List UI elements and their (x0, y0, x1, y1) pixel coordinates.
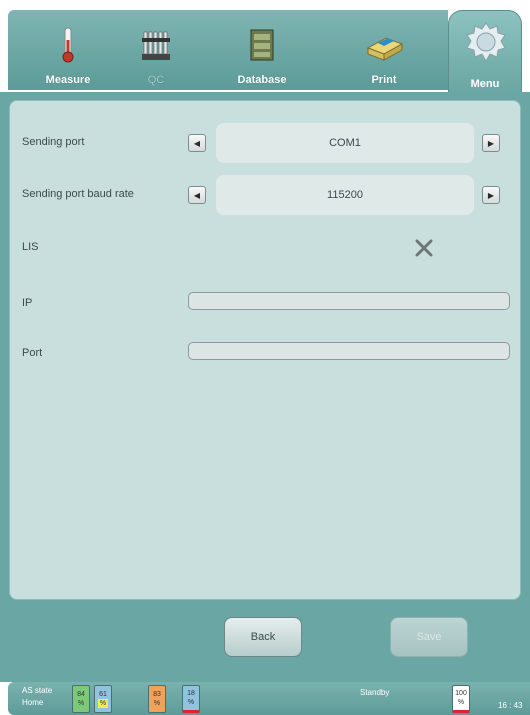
reagent-level-1: 84 % (72, 685, 90, 713)
arrow-right-icon: ▶ (487, 138, 495, 148)
settings-panel: Sending port ◀ COM1 ▶ Sending port baud … (9, 100, 521, 600)
reagent-level-2-unit: % (97, 699, 109, 708)
baud-rate-prev-button[interactable]: ◀ (188, 186, 206, 204)
reagent-level-3: 83 % (148, 685, 166, 713)
baud-rate-value: 115200 (216, 175, 474, 215)
tab-print[interactable]: Print (340, 10, 428, 90)
reagent-level-4-unit: % (187, 699, 195, 706)
tab-qc-label: QC (147, 74, 165, 86)
tab-measure[interactable]: Measure (24, 10, 112, 90)
reagent-level-3-value: 83 (153, 691, 161, 698)
ip-label: IP (22, 297, 33, 309)
thermometer-icon (62, 27, 74, 63)
reagent-level-3-unit: % (153, 700, 161, 707)
tab-database-label: Database (237, 74, 287, 86)
gear-icon (466, 22, 506, 63)
reagent-level-4: 18 % (182, 685, 200, 713)
reagent-level-1-unit: % (77, 700, 85, 707)
database-icon (250, 29, 274, 61)
lis-checkbox-x-icon[interactable] (414, 238, 434, 258)
tab-menu-label: Menu (470, 78, 500, 90)
reagent-level-2: 61 % (94, 685, 112, 713)
printer-icon (366, 37, 404, 61)
reagent-level-2-value: 61 (99, 691, 107, 698)
status-bar: AS state Home 84 % 61 % 83 % 18 % Standb… (0, 682, 530, 715)
tab-measure-label: Measure (45, 74, 91, 86)
paper-level: 100 % (452, 685, 470, 713)
arrow-left-icon: ◀ (193, 138, 201, 148)
tab-qc: QC (112, 10, 200, 90)
baud-rate-label: Sending port baud rate (22, 188, 134, 200)
port-field[interactable] (188, 342, 510, 360)
sending-port-label: Sending port (22, 136, 85, 148)
as-state-label: AS state (22, 686, 53, 695)
paper-level-unit: % (457, 699, 465, 706)
tube-rack-icon (142, 31, 170, 60)
sending-port-prev-button[interactable]: ◀ (188, 134, 206, 152)
top-tab-bar: Measure QC Database Print Menu (0, 0, 530, 94)
save-button: Save (390, 617, 468, 657)
port-label: Port (22, 347, 43, 359)
sending-port-next-button[interactable]: ▶ (482, 134, 500, 152)
tab-database[interactable]: Database (218, 10, 306, 90)
sending-port-value: COM1 (216, 123, 474, 163)
reagent-level-4-value: 18 (187, 690, 195, 697)
main-frame: Sending port ◀ COM1 ▶ Sending port baud … (0, 92, 530, 682)
tab-menu[interactable]: Menu (448, 10, 522, 94)
paper-level-value: 100 (455, 690, 467, 697)
standby-status: Standby (360, 688, 390, 697)
status-bar-inner: AS state Home 84 % 61 % 83 % 18 % Standb… (8, 682, 530, 715)
back-button[interactable]: Back (224, 617, 302, 657)
tab-print-label: Print (371, 74, 397, 86)
arrow-left-icon: ◀ (193, 190, 201, 200)
ip-field[interactable] (188, 292, 510, 310)
arrow-right-icon: ▶ (487, 190, 495, 200)
reagent-level-1-value: 84 (77, 691, 85, 698)
lis-label: LIS (22, 241, 39, 253)
as-state-value: Home (22, 698, 44, 707)
clock: 16 : 43 (498, 701, 523, 710)
baud-rate-next-button[interactable]: ▶ (482, 186, 500, 204)
